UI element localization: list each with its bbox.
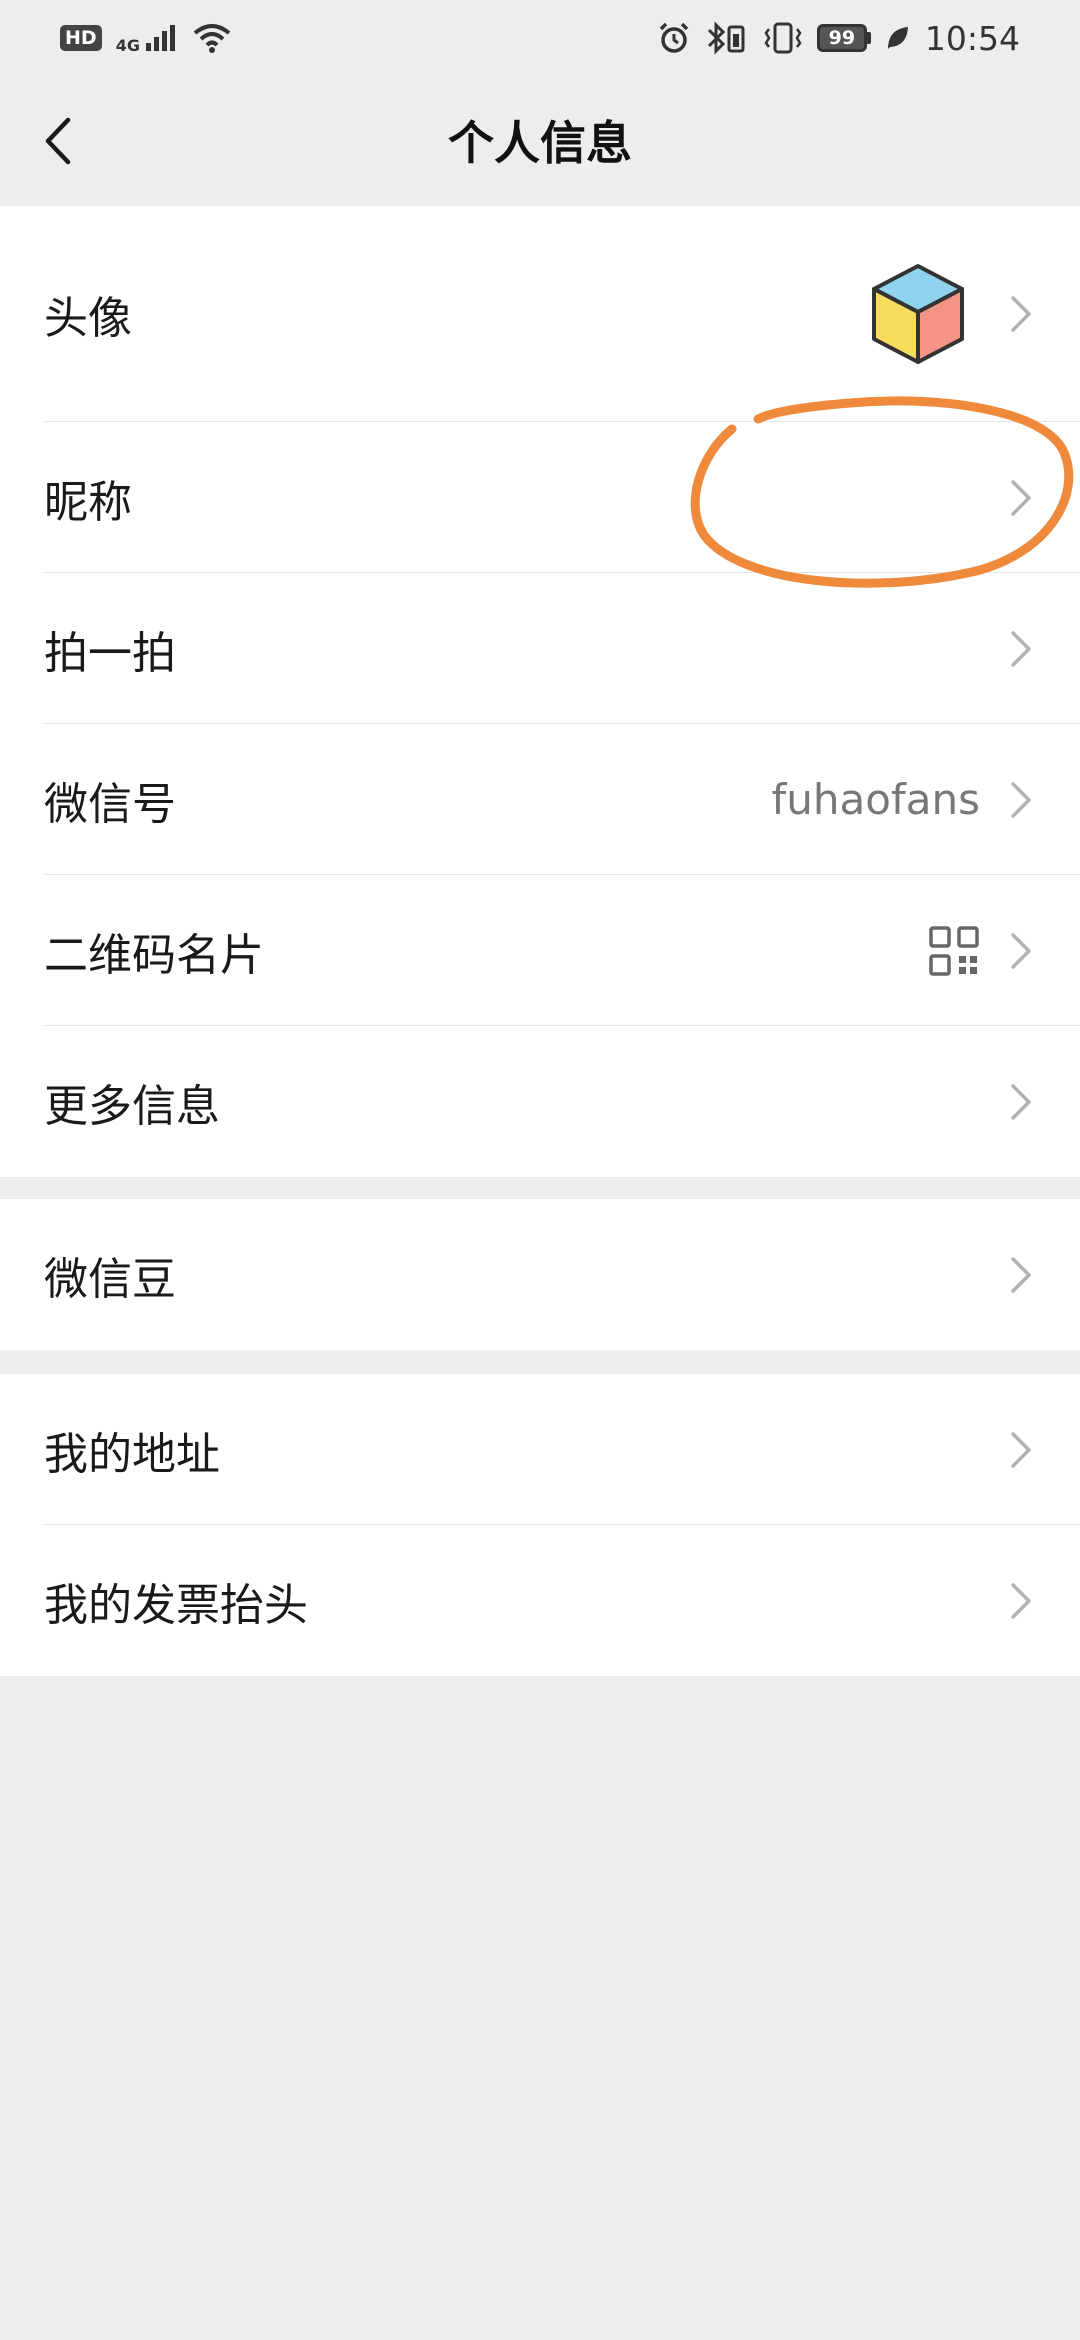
- row-label: 拍一拍: [44, 627, 176, 679]
- chevron-right-icon: [1011, 1582, 1031, 1619]
- status-left: HD 4G: [60, 22, 232, 55]
- back-button[interactable]: [28, 106, 88, 176]
- alarm-icon: [659, 22, 689, 53]
- row-label: 我的发票抬头: [44, 1579, 308, 1631]
- row-label: 更多信息: [44, 1080, 220, 1132]
- chevron-right-icon: [1011, 932, 1031, 969]
- chevron-right-icon: [1011, 781, 1031, 818]
- bluetooth-battery-icon: [707, 21, 745, 55]
- row-qr-code[interactable]: 二维码名片: [0, 875, 1080, 1026]
- chevron-right-icon: [1011, 1431, 1031, 1468]
- chevron-right-icon: [1011, 1256, 1031, 1293]
- vibrate-icon: [764, 22, 802, 54]
- row-label: 头像: [44, 293, 132, 344]
- wifi-icon: [193, 24, 231, 53]
- row-label: 我的地址: [44, 1428, 220, 1480]
- row-label: 昵称: [44, 476, 132, 528]
- row-avatar[interactable]: 头像: [0, 206, 1080, 422]
- chevron-right-icon: [1011, 1083, 1031, 1120]
- row-pat[interactable]: 拍一拍: [0, 573, 1080, 724]
- chevron-right-icon: [1011, 479, 1031, 516]
- avatar[interactable]: [866, 262, 970, 366]
- hd-badge: HD: [60, 25, 102, 51]
- row-invoice-title[interactable]: 我的发票抬头: [0, 1525, 1080, 1676]
- chevron-right-icon: [1011, 630, 1031, 667]
- row-my-address[interactable]: 我的地址: [0, 1374, 1080, 1525]
- row-label: 微信号: [44, 778, 176, 830]
- nav-bar: 个人信息: [0, 76, 1080, 204]
- status-bar: HD 4G 99 10:54: [0, 0, 1080, 76]
- beans-group: 微信豆: [0, 1199, 1080, 1350]
- wechat-id-value: fuhaofans: [771, 775, 980, 824]
- profile-group: 头像 昵称 拍一拍 微信号 fuhaofans 二维码名片 更多信息: [0, 206, 1080, 1177]
- qr-code-icon: [929, 925, 979, 976]
- row-wechat-beans[interactable]: 微信豆: [0, 1199, 1080, 1350]
- battery-level: 99: [816, 24, 867, 52]
- row-label: 微信豆: [44, 1253, 176, 1305]
- status-right: 99 10:54: [657, 19, 1020, 58]
- chevron-right-icon: [1011, 296, 1031, 332]
- signal-icon: [145, 25, 175, 51]
- row-wechat-id[interactable]: 微信号 fuhaofans: [0, 724, 1080, 875]
- address-group: 我的地址 我的发票抬头: [0, 1374, 1080, 1676]
- clock: 10:54: [924, 18, 1020, 58]
- row-label: 二维码名片: [44, 929, 264, 981]
- network-type: 4G: [115, 35, 140, 55]
- leaf-icon: [887, 27, 908, 49]
- battery-icon: 99: [816, 24, 871, 52]
- row-nickname[interactable]: 昵称: [0, 422, 1080, 573]
- chevron-left-icon: [45, 117, 71, 165]
- page-title: 个人信息: [448, 116, 632, 170]
- row-more-info[interactable]: 更多信息: [0, 1026, 1080, 1177]
